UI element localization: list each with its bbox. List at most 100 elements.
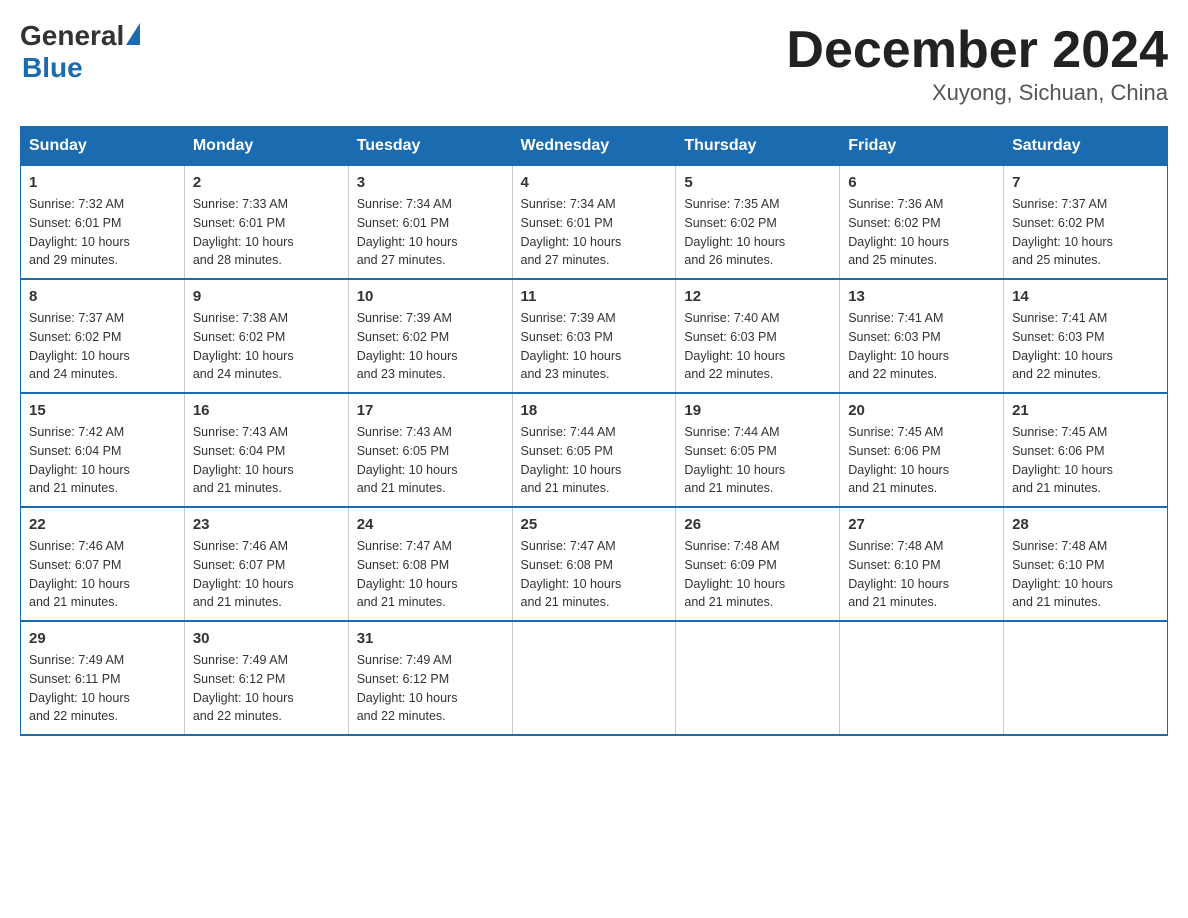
weekday-header-sunday: Sunday <box>21 127 185 166</box>
day-number: 16 <box>193 402 340 419</box>
day-number: 11 <box>521 288 668 305</box>
day-number: 29 <box>29 630 176 647</box>
day-info: Sunrise: 7:47 AM Sunset: 6:08 PM Dayligh… <box>357 537 504 612</box>
day-number: 2 <box>193 174 340 191</box>
day-info: Sunrise: 7:47 AM Sunset: 6:08 PM Dayligh… <box>521 537 668 612</box>
calendar-cell: 3 Sunrise: 7:34 AM Sunset: 6:01 PM Dayli… <box>348 166 512 280</box>
calendar-cell: 2 Sunrise: 7:33 AM Sunset: 6:01 PM Dayli… <box>184 166 348 280</box>
calendar-cell <box>840 621 1004 735</box>
calendar-cell: 1 Sunrise: 7:32 AM Sunset: 6:01 PM Dayli… <box>21 166 185 280</box>
calendar-cell: 30 Sunrise: 7:49 AM Sunset: 6:12 PM Dayl… <box>184 621 348 735</box>
calendar-week-row: 29 Sunrise: 7:49 AM Sunset: 6:11 PM Dayl… <box>21 621 1168 735</box>
day-info: Sunrise: 7:45 AM Sunset: 6:06 PM Dayligh… <box>848 423 995 498</box>
calendar-week-row: 8 Sunrise: 7:37 AM Sunset: 6:02 PM Dayli… <box>21 279 1168 393</box>
calendar-week-row: 22 Sunrise: 7:46 AM Sunset: 6:07 PM Dayl… <box>21 507 1168 621</box>
day-info: Sunrise: 7:39 AM Sunset: 6:03 PM Dayligh… <box>521 309 668 384</box>
day-info: Sunrise: 7:34 AM Sunset: 6:01 PM Dayligh… <box>521 195 668 270</box>
logo-general-text: General <box>20 20 124 52</box>
weekday-header-row: SundayMondayTuesdayWednesdayThursdayFrid… <box>21 127 1168 166</box>
location-subtitle: Xuyong, Sichuan, China <box>786 80 1168 106</box>
day-number: 15 <box>29 402 176 419</box>
day-number: 7 <box>1012 174 1159 191</box>
calendar-cell <box>1004 621 1168 735</box>
calendar-cell <box>676 621 840 735</box>
weekday-header-wednesday: Wednesday <box>512 127 676 166</box>
day-info: Sunrise: 7:36 AM Sunset: 6:02 PM Dayligh… <box>848 195 995 270</box>
calendar-cell: 8 Sunrise: 7:37 AM Sunset: 6:02 PM Dayli… <box>21 279 185 393</box>
calendar-cell: 11 Sunrise: 7:39 AM Sunset: 6:03 PM Dayl… <box>512 279 676 393</box>
day-info: Sunrise: 7:49 AM Sunset: 6:11 PM Dayligh… <box>29 651 176 726</box>
calendar-cell: 9 Sunrise: 7:38 AM Sunset: 6:02 PM Dayli… <box>184 279 348 393</box>
calendar-cell: 25 Sunrise: 7:47 AM Sunset: 6:08 PM Dayl… <box>512 507 676 621</box>
calendar-cell: 4 Sunrise: 7:34 AM Sunset: 6:01 PM Dayli… <box>512 166 676 280</box>
calendar-cell: 24 Sunrise: 7:47 AM Sunset: 6:08 PM Dayl… <box>348 507 512 621</box>
day-info: Sunrise: 7:45 AM Sunset: 6:06 PM Dayligh… <box>1012 423 1159 498</box>
day-info: Sunrise: 7:38 AM Sunset: 6:02 PM Dayligh… <box>193 309 340 384</box>
weekday-header-thursday: Thursday <box>676 127 840 166</box>
weekday-header-monday: Monday <box>184 127 348 166</box>
day-number: 6 <box>848 174 995 191</box>
day-info: Sunrise: 7:49 AM Sunset: 6:12 PM Dayligh… <box>357 651 504 726</box>
day-info: Sunrise: 7:49 AM Sunset: 6:12 PM Dayligh… <box>193 651 340 726</box>
day-number: 13 <box>848 288 995 305</box>
calendar-cell: 28 Sunrise: 7:48 AM Sunset: 6:10 PM Dayl… <box>1004 507 1168 621</box>
day-number: 5 <box>684 174 831 191</box>
logo: General Blue <box>20 20 140 84</box>
title-block: December 2024 Xuyong, Sichuan, China <box>786 20 1168 106</box>
calendar-cell: 27 Sunrise: 7:48 AM Sunset: 6:10 PM Dayl… <box>840 507 1004 621</box>
day-number: 12 <box>684 288 831 305</box>
day-number: 25 <box>521 516 668 533</box>
day-info: Sunrise: 7:41 AM Sunset: 6:03 PM Dayligh… <box>1012 309 1159 384</box>
calendar-cell: 17 Sunrise: 7:43 AM Sunset: 6:05 PM Dayl… <box>348 393 512 507</box>
logo-blue-text: Blue <box>22 52 83 84</box>
calendar-cell: 15 Sunrise: 7:42 AM Sunset: 6:04 PM Dayl… <box>21 393 185 507</box>
day-info: Sunrise: 7:43 AM Sunset: 6:04 PM Dayligh… <box>193 423 340 498</box>
day-number: 3 <box>357 174 504 191</box>
calendar-cell: 18 Sunrise: 7:44 AM Sunset: 6:05 PM Dayl… <box>512 393 676 507</box>
calendar-cell: 14 Sunrise: 7:41 AM Sunset: 6:03 PM Dayl… <box>1004 279 1168 393</box>
day-info: Sunrise: 7:42 AM Sunset: 6:04 PM Dayligh… <box>29 423 176 498</box>
weekday-header-tuesday: Tuesday <box>348 127 512 166</box>
calendar-cell: 12 Sunrise: 7:40 AM Sunset: 6:03 PM Dayl… <box>676 279 840 393</box>
weekday-header-saturday: Saturday <box>1004 127 1168 166</box>
calendar-cell: 20 Sunrise: 7:45 AM Sunset: 6:06 PM Dayl… <box>840 393 1004 507</box>
day-info: Sunrise: 7:48 AM Sunset: 6:10 PM Dayligh… <box>1012 537 1159 612</box>
logo-triangle-icon <box>126 23 140 45</box>
day-info: Sunrise: 7:46 AM Sunset: 6:07 PM Dayligh… <box>193 537 340 612</box>
day-info: Sunrise: 7:39 AM Sunset: 6:02 PM Dayligh… <box>357 309 504 384</box>
calendar-cell: 29 Sunrise: 7:49 AM Sunset: 6:11 PM Dayl… <box>21 621 185 735</box>
day-number: 21 <box>1012 402 1159 419</box>
day-number: 23 <box>193 516 340 533</box>
day-number: 28 <box>1012 516 1159 533</box>
calendar-cell: 22 Sunrise: 7:46 AM Sunset: 6:07 PM Dayl… <box>21 507 185 621</box>
day-info: Sunrise: 7:41 AM Sunset: 6:03 PM Dayligh… <box>848 309 995 384</box>
day-number: 26 <box>684 516 831 533</box>
calendar-cell: 13 Sunrise: 7:41 AM Sunset: 6:03 PM Dayl… <box>840 279 1004 393</box>
calendar-table: SundayMondayTuesdayWednesdayThursdayFrid… <box>20 126 1168 736</box>
day-number: 22 <box>29 516 176 533</box>
weekday-header-friday: Friday <box>840 127 1004 166</box>
day-number: 18 <box>521 402 668 419</box>
day-number: 4 <box>521 174 668 191</box>
day-number: 30 <box>193 630 340 647</box>
day-number: 8 <box>29 288 176 305</box>
day-info: Sunrise: 7:44 AM Sunset: 6:05 PM Dayligh… <box>684 423 831 498</box>
page-header: General Blue December 2024 Xuyong, Sichu… <box>20 20 1168 106</box>
day-info: Sunrise: 7:37 AM Sunset: 6:02 PM Dayligh… <box>1012 195 1159 270</box>
calendar-cell: 19 Sunrise: 7:44 AM Sunset: 6:05 PM Dayl… <box>676 393 840 507</box>
day-info: Sunrise: 7:40 AM Sunset: 6:03 PM Dayligh… <box>684 309 831 384</box>
day-info: Sunrise: 7:43 AM Sunset: 6:05 PM Dayligh… <box>357 423 504 498</box>
calendar-week-row: 1 Sunrise: 7:32 AM Sunset: 6:01 PM Dayli… <box>21 166 1168 280</box>
day-number: 14 <box>1012 288 1159 305</box>
calendar-cell <box>512 621 676 735</box>
calendar-cell: 5 Sunrise: 7:35 AM Sunset: 6:02 PM Dayli… <box>676 166 840 280</box>
day-info: Sunrise: 7:48 AM Sunset: 6:09 PM Dayligh… <box>684 537 831 612</box>
day-info: Sunrise: 7:46 AM Sunset: 6:07 PM Dayligh… <box>29 537 176 612</box>
day-info: Sunrise: 7:48 AM Sunset: 6:10 PM Dayligh… <box>848 537 995 612</box>
day-number: 24 <box>357 516 504 533</box>
calendar-week-row: 15 Sunrise: 7:42 AM Sunset: 6:04 PM Dayl… <box>21 393 1168 507</box>
day-number: 31 <box>357 630 504 647</box>
calendar-cell: 21 Sunrise: 7:45 AM Sunset: 6:06 PM Dayl… <box>1004 393 1168 507</box>
day-number: 20 <box>848 402 995 419</box>
calendar-cell: 7 Sunrise: 7:37 AM Sunset: 6:02 PM Dayli… <box>1004 166 1168 280</box>
